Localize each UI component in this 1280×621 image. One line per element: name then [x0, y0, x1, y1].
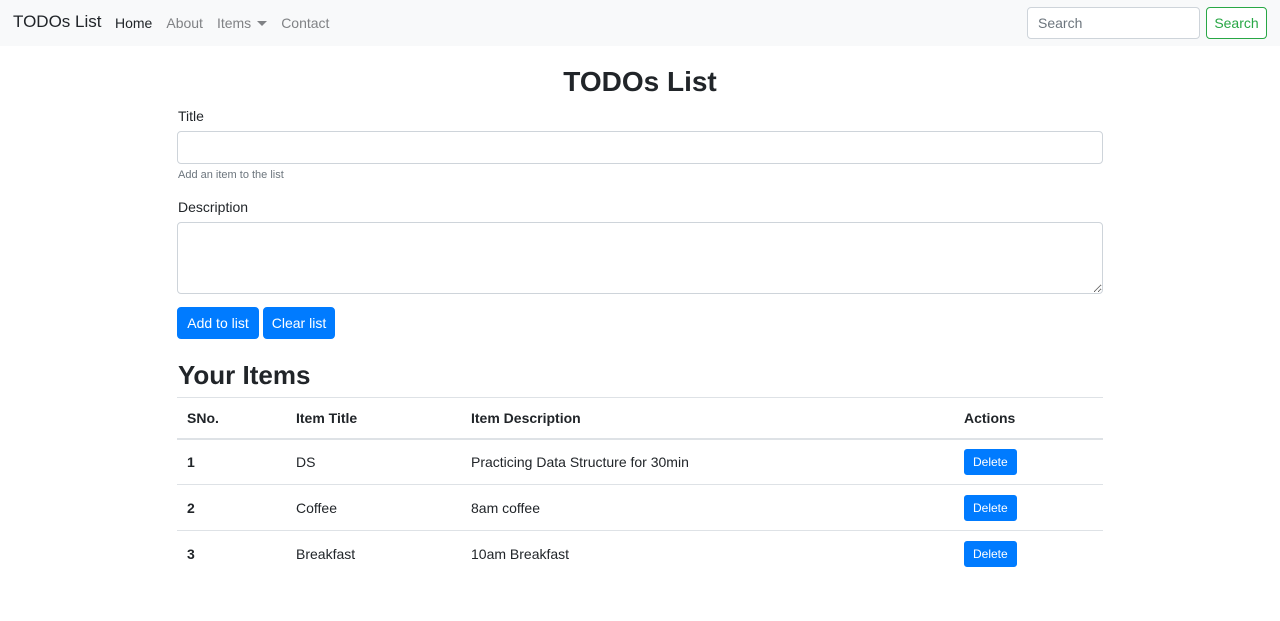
items-table: SNo. Item Title Item Description Actions…: [177, 397, 1103, 577]
row-description: 10am Breakfast: [461, 530, 954, 577]
nav-link-about[interactable]: About: [166, 15, 203, 31]
page-title: TODOs List: [563, 66, 717, 97]
delete-button[interactable]: Delete: [964, 494, 1017, 521]
column-header-title: Item Title: [286, 397, 461, 440]
table-row: 3 Breakfast 10am Breakfast Delete: [177, 530, 1103, 577]
search-input[interactable]: [1027, 7, 1200, 39]
caret-down-icon: [257, 20, 268, 26]
table-row: 1 DS Practicing Data Structure for 30min…: [177, 439, 1103, 485]
nav-link-items-label: Items: [216, 15, 252, 31]
column-header-sno: SNo.: [177, 397, 286, 440]
column-header-actions: Actions: [954, 397, 1103, 440]
nav-links: Home About Items Contact: [108, 15, 336, 31]
row-sno: 1: [187, 453, 195, 470]
row-title: Coffee: [286, 484, 461, 531]
clear-list-button[interactable]: Clear list: [263, 307, 335, 339]
title-input[interactable]: [177, 131, 1103, 164]
nav-link-items[interactable]: Items: [216, 15, 268, 31]
search-button[interactable]: Search: [1206, 7, 1267, 39]
description-label: Description: [178, 199, 249, 215]
row-title: Breakfast: [286, 530, 461, 577]
navbar-brand[interactable]: TODOs List: [13, 12, 101, 32]
table-row: 2 Coffee 8am coffee Delete: [177, 484, 1103, 531]
row-sno: 2: [177, 484, 286, 531]
row-actions: Delete: [954, 530, 1103, 577]
row-description: 8am coffee: [461, 484, 954, 531]
row-actions: Delete: [954, 439, 1103, 485]
column-header-description: Item Description: [461, 397, 954, 440]
table-header-row: SNo. Item Title Item Description Actions: [177, 397, 1103, 440]
row-title: DS: [296, 453, 316, 470]
your-items-heading: Your Items: [178, 360, 311, 390]
nav-link-contact[interactable]: Contact: [281, 15, 329, 31]
title-label: Title: [178, 108, 204, 124]
delete-button[interactable]: Delete: [964, 540, 1017, 567]
add-to-list-button[interactable]: Add to list: [177, 307, 259, 339]
title-help-text: Add an item to the list: [178, 169, 284, 181]
row-sno: 3: [177, 530, 286, 577]
nav-link-home[interactable]: Home: [115, 15, 152, 31]
navbar: TODOs List Home About Items Contact Sear…: [0, 0, 1280, 46]
row-actions: Delete: [954, 484, 1103, 531]
delete-button[interactable]: Delete: [964, 448, 1017, 475]
description-textarea[interactable]: [177, 222, 1103, 294]
row-description: Practicing Data Structure for 30min: [471, 453, 689, 470]
